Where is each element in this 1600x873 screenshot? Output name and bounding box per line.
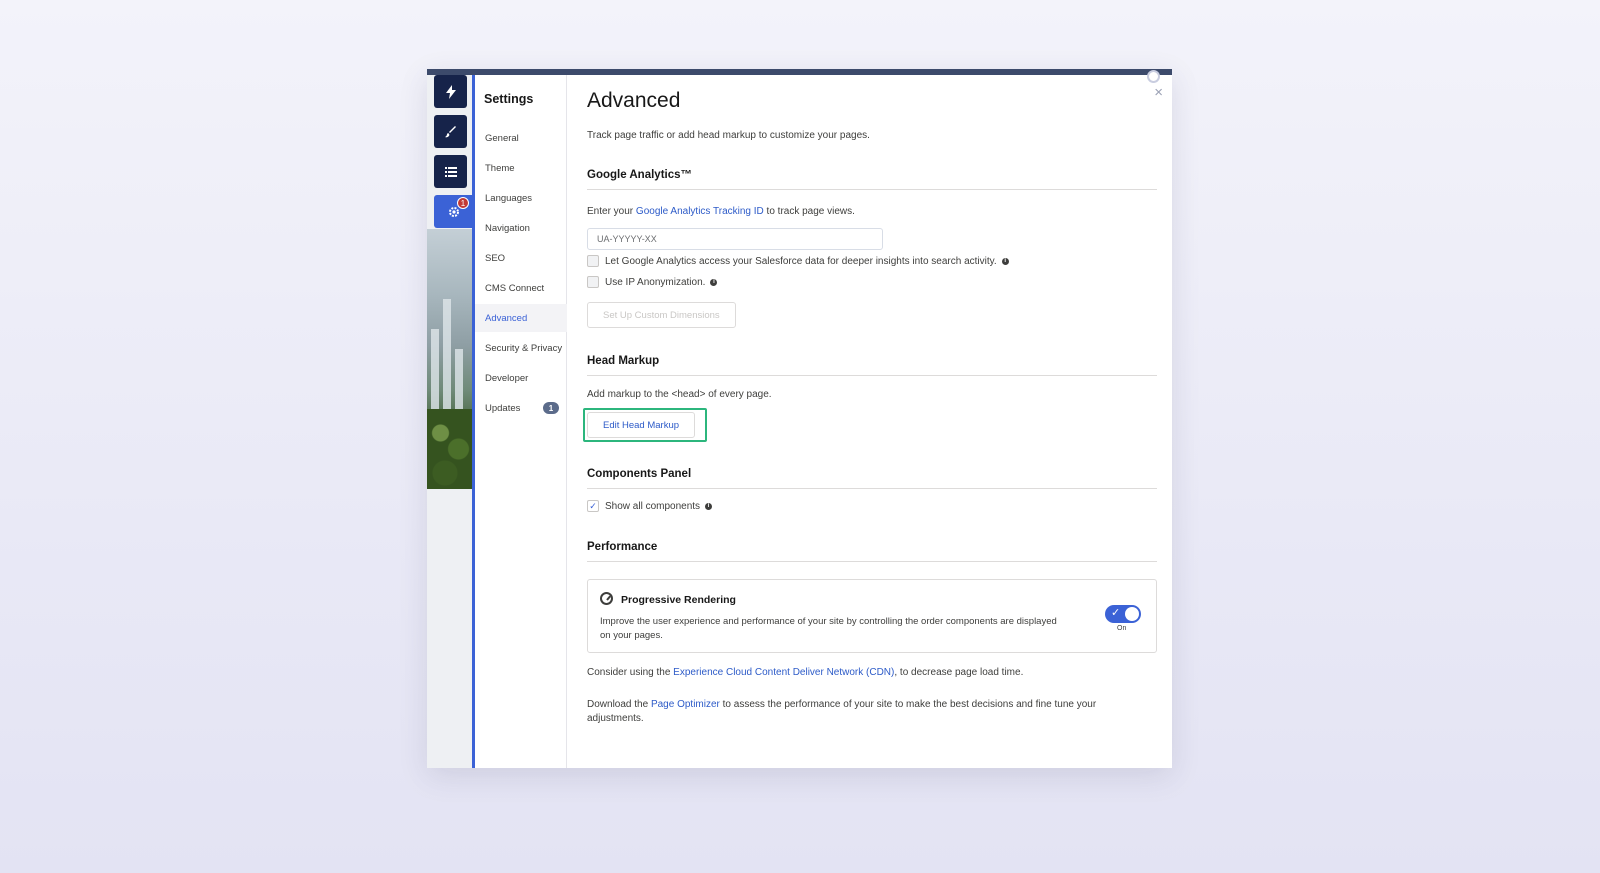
check-icon: ✓ — [1111, 607, 1121, 619]
brush-icon[interactable] — [434, 115, 467, 148]
info-icon[interactable]: i — [1001, 257, 1009, 265]
analytics-intro-text: to track page views. — [763, 206, 855, 217]
nav-item-label: Advanced — [485, 312, 528, 324]
nav-item-developer[interactable]: Developer — [475, 364, 567, 392]
nav-item-label: Navigation — [485, 222, 530, 234]
card-description: Improve the user experience and performa… — [600, 616, 1057, 641]
nav-item-label: Theme — [485, 162, 515, 174]
analytics-intro: Enter your Google Analytics Tracking ID … — [587, 206, 855, 217]
toggle-state-label: On — [1117, 625, 1127, 632]
nav-item-label: Security & Privacy — [485, 342, 563, 354]
nav-item-updates[interactable]: Updates 1 — [475, 394, 567, 422]
close-icon[interactable]: × — [1154, 84, 1163, 101]
brush-glyph — [444, 125, 456, 137]
nav-item-cms-connect[interactable]: CMS Connect — [475, 274, 567, 302]
ip-anonymization-checkbox[interactable] — [587, 276, 599, 288]
cdn-text-part: , to decrease page load time. — [894, 667, 1024, 678]
photo-foliage — [427, 409, 472, 489]
card-title: Progressive Rendering — [621, 594, 736, 606]
photo-building — [443, 299, 451, 419]
show-all-components-label: Show all components — [605, 500, 701, 512]
salesforce-data-label: Let Google Analytics access your Salesfo… — [605, 255, 997, 267]
page-description: Track page traffic or add head markup to… — [587, 130, 870, 141]
settings-window: 1 Settings General Theme Languages Navig… — [427, 69, 1172, 768]
optimizer-text-part: Download the — [587, 699, 651, 710]
lightning-glyph — [445, 84, 456, 99]
ip-anonymization-label: Use IP Anonymization. — [605, 276, 706, 288]
head-markup-text: Add markup to the <head> of every page. — [587, 389, 772, 400]
nav-item-label: SEO — [485, 252, 506, 264]
salesforce-data-checkbox[interactable] — [587, 255, 599, 267]
ip-anonymization-option: Use IP Anonymization. i — [587, 276, 718, 288]
performance-heading: Performance — [587, 541, 1157, 562]
cdn-link[interactable]: Experience Cloud Content Deliver Network… — [673, 667, 894, 678]
settings-notification-badge: 1 — [457, 197, 469, 209]
nav-item-navigation[interactable]: Navigation — [475, 214, 567, 242]
salesforce-data-option: Let Google Analytics access your Salesfo… — [587, 255, 1009, 267]
nav-title: Settings — [484, 92, 534, 106]
head-markup-heading: Head Markup — [587, 355, 1157, 376]
components-panel-heading: Components Panel — [587, 468, 1157, 489]
tracking-id-input[interactable] — [587, 228, 883, 250]
page-optimizer-link[interactable]: Page Optimizer — [651, 699, 720, 710]
gauge-icon — [600, 592, 613, 605]
nav-item-label: CMS Connect — [485, 282, 545, 294]
nav-item-advanced[interactable]: Advanced — [475, 304, 567, 332]
list-glyph — [444, 166, 457, 177]
show-all-components-option: ✓ Show all components i — [587, 500, 713, 512]
main-panel: × Advanced Track page traffic or add hea… — [583, 75, 1163, 768]
toggle-knob — [1125, 607, 1139, 621]
progressive-rendering-toggle[interactable]: ✓ — [1105, 605, 1141, 623]
nav-item-security-privacy[interactable]: Security & Privacy — [475, 334, 567, 362]
show-all-components-checkbox[interactable]: ✓ — [587, 500, 599, 512]
optimizer-text: Download the Page Optimizer to assess th… — [587, 698, 1127, 726]
photo-building — [431, 329, 439, 419]
progressive-rendering-card: Progressive Rendering Improve the user e… — [587, 579, 1157, 653]
edit-head-markup-button[interactable]: Edit Head Markup — [587, 412, 696, 438]
tracking-id-link[interactable]: Google Analytics Tracking ID — [636, 206, 764, 217]
page-title: Advanced — [587, 89, 681, 112]
analytics-intro-text: Enter your — [587, 206, 636, 217]
background-photo — [427, 229, 472, 489]
info-icon[interactable]: i — [710, 278, 718, 286]
analytics-heading: Google Analytics™ — [587, 169, 1157, 190]
nav-item-general[interactable]: General — [475, 124, 567, 152]
nav-item-label: General — [485, 132, 519, 144]
updates-count-badge: 1 — [543, 402, 559, 414]
lightning-icon[interactable] — [434, 75, 467, 108]
nav-item-label: Updates — [485, 402, 521, 414]
nav-item-label: Developer — [485, 372, 529, 384]
info-icon[interactable]: i — [705, 502, 713, 510]
nav-item-label: Languages — [485, 192, 533, 204]
cdn-text: Consider using the Experience Cloud Cont… — [587, 667, 1023, 678]
left-rail: 1 — [427, 75, 474, 768]
settings-nav: Settings General Theme Languages Navigat… — [475, 75, 567, 768]
cdn-text-part: Consider using the — [587, 667, 674, 678]
nav-item-languages[interactable]: Languages — [475, 184, 567, 212]
list-icon[interactable] — [434, 155, 467, 188]
nav-item-seo[interactable]: SEO — [475, 244, 567, 272]
custom-dimensions-button[interactable]: Set Up Custom Dimensions — [587, 302, 736, 328]
nav-item-theme[interactable]: Theme — [475, 154, 567, 182]
